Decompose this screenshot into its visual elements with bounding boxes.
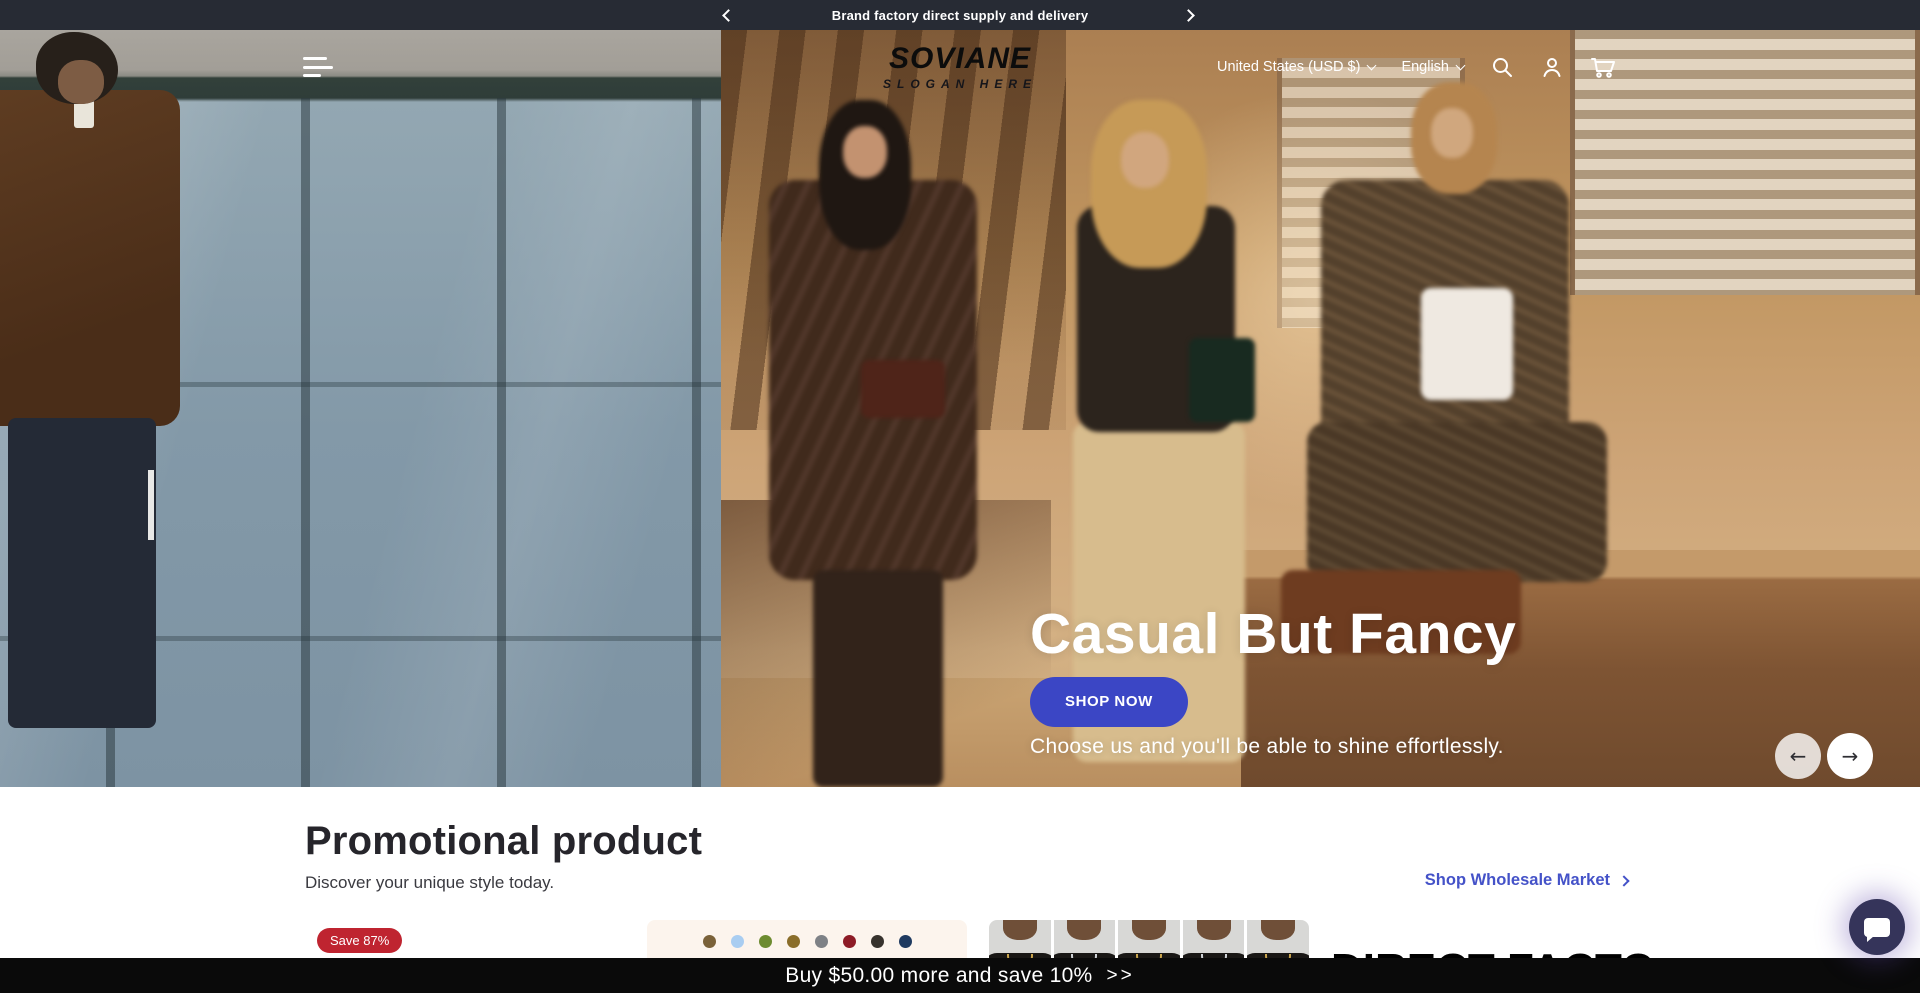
model-woman1-bag [861, 360, 945, 418]
chat-widget-button[interactable] [1849, 899, 1905, 955]
color-swatch[interactable] [787, 935, 800, 948]
color-swatch[interactable] [703, 935, 716, 948]
hero-slide-content: Casual But Fancy SHOP NOW Choose us and … [1030, 605, 1516, 759]
shop-now-button[interactable]: SHOP NOW [1030, 677, 1188, 727]
logo-subtitle: SLOGAN HERE [883, 77, 1037, 91]
model-man-jacket [0, 90, 180, 426]
announcement-next-button[interactable] [1171, 0, 1205, 30]
chevron-down-icon [1456, 60, 1466, 70]
menu-hamburger-button[interactable] [303, 57, 333, 77]
cart-button[interactable] [1590, 55, 1617, 79]
color-swatch[interactable] [899, 935, 912, 948]
account-button[interactable] [1540, 55, 1564, 79]
color-swatch[interactable] [843, 935, 856, 948]
model-woman3-bag [1421, 288, 1513, 400]
country-selector[interactable]: United States (USD $) [1217, 59, 1375, 75]
color-swatch[interactable] [731, 935, 744, 948]
shop-wholesale-link[interactable]: Shop Wholesale Market [1425, 871, 1628, 890]
announcement-prev-button[interactable] [711, 0, 745, 30]
language-selector-label: English [1401, 59, 1449, 75]
chevron-down-icon [1367, 60, 1377, 70]
shop-wholesale-label: Shop Wholesale Market [1425, 871, 1610, 890]
language-selector[interactable]: English [1401, 59, 1464, 75]
model-woman3-skirt [1307, 422, 1607, 582]
chat-bubble-icon [1864, 918, 1890, 937]
hero-image-left [0, 30, 721, 787]
swatch-row [647, 935, 967, 948]
cart-icon [1590, 55, 1617, 79]
chevron-left-icon [722, 9, 735, 22]
carousel-prev-button[interactable]: ← [1775, 733, 1821, 779]
search-icon [1490, 55, 1514, 79]
model-woman2-face [1121, 132, 1169, 188]
site-header: SOVIANE SLOGAN HERE United States (USD $… [0, 42, 1920, 92]
model-woman1-legs [813, 570, 943, 787]
carousel-next-button[interactable]: → [1827, 733, 1873, 779]
chevron-right-icon [1618, 875, 1629, 886]
model-woman3-face [1431, 108, 1473, 158]
section-subtitle: Discover your unique style today. [305, 873, 554, 893]
hero-headline: Casual But Fancy [1030, 605, 1516, 665]
hamburger-icon [303, 57, 327, 60]
hero-carousel: SOVIANE SLOGAN HERE United States (USD $… [0, 30, 1920, 787]
facade-mullion [692, 98, 701, 787]
store-logo[interactable]: SOVIANE SLOGAN HERE [883, 44, 1037, 91]
facade-mullion [497, 98, 506, 787]
section-title: Promotional product [305, 819, 702, 864]
arrow-right-icon: → [1842, 744, 1859, 768]
color-swatch[interactable] [759, 935, 772, 948]
chevron-right-icon [1182, 9, 1195, 22]
model-woman2-bag [1189, 338, 1255, 422]
model-man-pants [8, 418, 156, 728]
cart-savings-bar[interactable]: Buy $50.00 more and save 10% >> [0, 958, 1920, 993]
header-utilities: United States (USD $) English [1217, 55, 1617, 79]
model-woman1-face [843, 126, 887, 178]
savings-text: Buy $50.00 more and save 10% [785, 964, 1092, 988]
double-arrow-icon: >> [1107, 965, 1135, 987]
hero-subtitle: Choose us and you'll be able to shine ef… [1030, 735, 1516, 759]
color-swatch[interactable] [871, 935, 884, 948]
country-selector-label: United States (USD $) [1217, 59, 1360, 75]
search-button[interactable] [1490, 55, 1514, 79]
announcement-text: Brand factory direct supply and delivery [832, 8, 1089, 23]
sale-badge: Save 87% [317, 928, 402, 953]
user-icon [1540, 55, 1564, 79]
facade-mullion [301, 98, 310, 787]
announcement-bar: Brand factory direct supply and delivery [0, 0, 1920, 30]
logo-title: SOVIANE [883, 44, 1037, 74]
model-man-detail [148, 470, 154, 540]
color-swatch[interactable] [815, 935, 828, 948]
arrow-left-icon: ← [1790, 744, 1807, 768]
carousel-nav: ← → [1775, 733, 1873, 779]
